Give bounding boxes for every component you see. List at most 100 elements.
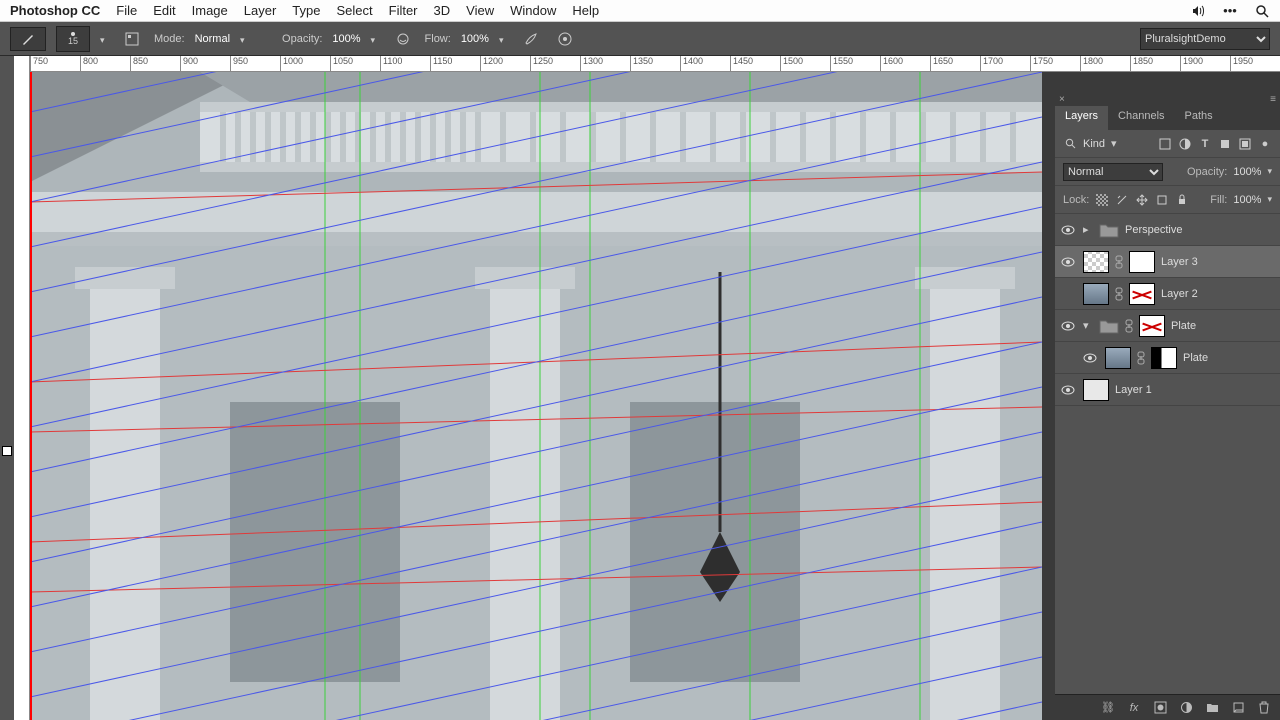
menu-type[interactable]: Type <box>292 3 320 18</box>
mode-value[interactable]: Normal <box>195 33 230 45</box>
filter-shape-icon[interactable] <box>1218 137 1232 151</box>
tool-preset-picker[interactable] <box>10 27 46 51</box>
chevron-down-icon[interactable] <box>240 34 250 44</box>
tool-slot[interactable] <box>2 322 12 332</box>
panel-menu-icon[interactable]: ≡ <box>1266 94 1280 105</box>
tool-slot[interactable] <box>2 202 12 212</box>
more-icon[interactable]: ••• <box>1222 3 1238 18</box>
link-icon[interactable] <box>1137 351 1145 365</box>
tool-slot[interactable] <box>2 182 12 192</box>
lock-image-icon[interactable] <box>1115 193 1129 207</box>
tool-slot[interactable] <box>2 142 12 152</box>
disclosure-triangle-icon[interactable]: ▾ <box>1083 319 1093 332</box>
flow-value[interactable]: 100% <box>461 33 489 45</box>
disclosure-triangle-icon[interactable]: ▸ <box>1083 223 1093 236</box>
pressure-size-icon[interactable] <box>553 27 577 51</box>
panel-close-icon[interactable]: × <box>1055 94 1069 105</box>
visibility-eye-icon[interactable] <box>1061 321 1077 331</box>
tab-paths[interactable]: Paths <box>1175 106 1223 130</box>
layer-row[interactable]: Layer 2 <box>1055 278 1280 310</box>
chevron-down-icon[interactable]: ▾ <box>1267 194 1272 205</box>
tool-slot[interactable] <box>2 122 12 132</box>
link-icon[interactable] <box>1125 319 1133 333</box>
layer-thumbnail[interactable] <box>1083 251 1109 273</box>
menu-layer[interactable]: Layer <box>244 3 277 18</box>
document-canvas[interactable] <box>30 72 1042 720</box>
layer-thumbnail[interactable] <box>1083 379 1109 401</box>
opacity-value[interactable]: 100% <box>332 33 360 45</box>
visibility-eye-icon[interactable] <box>1083 353 1099 363</box>
layer-mask-thumbnail[interactable] <box>1139 315 1165 337</box>
ruler-vertical[interactable] <box>14 56 30 720</box>
lock-position-icon[interactable] <box>1135 193 1149 207</box>
tab-layers[interactable]: Layers <box>1055 106 1108 130</box>
filter-type-icon[interactable]: T <box>1198 137 1212 151</box>
layer-mask-thumbnail[interactable] <box>1129 251 1155 273</box>
brush-panel-toggle-icon[interactable] <box>120 27 144 51</box>
tool-slot[interactable] <box>2 422 12 432</box>
workspace-switcher[interactable]: PluralsightDemo <box>1140 28 1270 50</box>
tool-slot[interactable] <box>2 362 12 372</box>
chevron-down-icon[interactable] <box>499 34 509 44</box>
link-layers-icon[interactable]: ⛓ <box>1100 700 1116 716</box>
layer-fx-icon[interactable]: fx <box>1126 700 1142 716</box>
tool-slot[interactable] <box>2 222 12 232</box>
layer-row[interactable]: Plate <box>1055 342 1280 374</box>
filter-pixel-icon[interactable] <box>1158 137 1172 151</box>
menu-filter[interactable]: Filter <box>389 3 418 18</box>
tool-slot[interactable] <box>2 302 12 312</box>
visibility-eye-icon[interactable] <box>1061 385 1077 395</box>
layer-name[interactable]: Perspective <box>1125 224 1274 236</box>
new-group-icon[interactable] <box>1204 700 1220 716</box>
tool-slot[interactable] <box>2 282 12 292</box>
layer-thumbnail[interactable] <box>1083 283 1109 305</box>
layer-row[interactable]: ▾ Plate <box>1055 310 1280 342</box>
chevron-down-icon[interactable]: ▾ <box>1111 137 1117 150</box>
layer-name[interactable]: Layer 1 <box>1115 384 1274 396</box>
menu-3d[interactable]: 3D <box>434 3 451 18</box>
menu-image[interactable]: Image <box>192 3 228 18</box>
link-icon[interactable] <box>1115 255 1123 269</box>
tool-slot[interactable] <box>2 242 12 252</box>
tool-slot[interactable] <box>2 102 12 112</box>
filter-toggle-icon[interactable]: ● <box>1258 137 1272 151</box>
menu-select[interactable]: Select <box>336 3 372 18</box>
lock-artboard-icon[interactable] <box>1155 193 1169 207</box>
tab-channels[interactable]: Channels <box>1108 106 1174 130</box>
tool-slot[interactable] <box>2 62 12 72</box>
blend-mode-select[interactable]: Normal <box>1063 163 1163 181</box>
airbrush-icon[interactable] <box>519 27 543 51</box>
layer-opacity-value[interactable]: 100% <box>1233 166 1261 178</box>
pressure-opacity-icon[interactable] <box>391 27 415 51</box>
volume-icon[interactable] <box>1190 4 1206 18</box>
filter-adjustment-icon[interactable] <box>1178 137 1192 151</box>
layer-row[interactable]: ▸ Perspective <box>1055 214 1280 246</box>
add-mask-icon[interactable] <box>1152 700 1168 716</box>
layer-name[interactable]: Layer 3 <box>1161 256 1274 268</box>
filter-smart-icon[interactable] <box>1238 137 1252 151</box>
filter-kind-label[interactable]: Kind <box>1083 138 1105 150</box>
search-icon[interactable] <box>1254 4 1270 18</box>
menu-help[interactable]: Help <box>572 3 599 18</box>
delete-layer-icon[interactable] <box>1256 700 1272 716</box>
tool-slot[interactable] <box>2 82 12 92</box>
lock-all-icon[interactable] <box>1175 193 1189 207</box>
tool-slot[interactable] <box>2 162 12 172</box>
chevron-down-icon[interactable]: ▾ <box>1267 166 1272 177</box>
menu-edit[interactable]: Edit <box>153 3 175 18</box>
visibility-eye-icon[interactable] <box>1061 257 1077 267</box>
new-layer-icon[interactable] <box>1230 700 1246 716</box>
menu-window[interactable]: Window <box>510 3 556 18</box>
layer-mask-thumbnail[interactable] <box>1129 283 1155 305</box>
menu-file[interactable]: File <box>116 3 137 18</box>
tool-slot[interactable] <box>2 382 12 392</box>
layer-thumbnail[interactable] <box>1105 347 1131 369</box>
tool-slot[interactable] <box>2 262 12 272</box>
tool-slot[interactable] <box>2 342 12 352</box>
menu-view[interactable]: View <box>466 3 494 18</box>
layer-name[interactable]: Plate <box>1171 320 1274 332</box>
layer-row[interactable]: Layer 1 <box>1055 374 1280 406</box>
fill-value[interactable]: 100% <box>1233 194 1261 206</box>
layer-mask-thumbnail[interactable] <box>1151 347 1177 369</box>
visibility-eye-icon[interactable] <box>1061 225 1077 235</box>
